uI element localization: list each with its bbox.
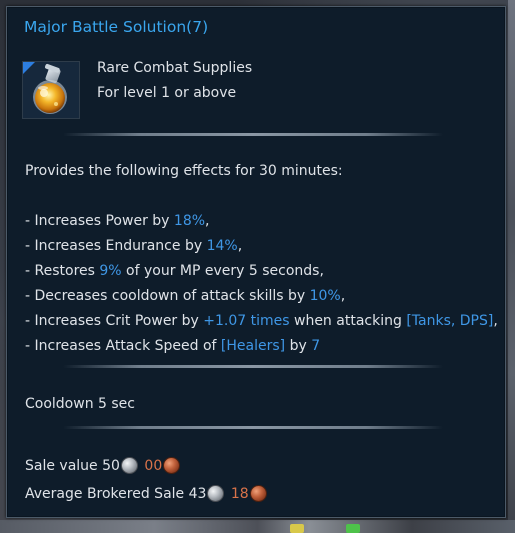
effect-line: - Increases Power by 18%, xyxy=(25,213,209,229)
effect-text: - Increases Crit Power by xyxy=(25,313,204,329)
silver-coin-icon xyxy=(207,485,225,502)
copper-coin-icon xyxy=(163,457,181,474)
effect-value: 14% xyxy=(206,238,238,254)
sale-value-copper: 00 xyxy=(144,458,163,474)
effect-value: 18% xyxy=(173,213,206,229)
effect-value: 10% xyxy=(309,288,341,304)
effect-line: - Increases Endurance by 14%, xyxy=(25,238,242,254)
effect-line: - Increases Crit Power by +1.07 times wh… xyxy=(25,313,498,329)
silver-coin-icon xyxy=(120,457,138,474)
potion-flask-icon xyxy=(22,61,80,119)
effect-text: , xyxy=(205,213,210,229)
item-level-requirement: For level 1 or above xyxy=(97,85,237,101)
copper-coin-icon xyxy=(249,485,267,502)
effect-text: , xyxy=(493,313,498,329)
effect-text: of your MP every 5 seconds, xyxy=(121,263,324,279)
item-title: Major Battle Solution(7) xyxy=(24,18,209,36)
divider xyxy=(63,365,443,368)
effect-text: - Increases Attack Speed of xyxy=(25,338,221,354)
effect-value: [Healers] xyxy=(220,338,286,354)
brokered-sale-row: Average Brokered Sale 43 18 xyxy=(25,485,269,502)
brokered-sale-label: Average Brokered Sale xyxy=(25,486,185,502)
effect-text: - Decreases cooldown of attack skills by xyxy=(25,288,310,304)
sale-value-label: Sale value xyxy=(25,458,98,474)
effect-line: - Restores 9% of your MP every 5 seconds… xyxy=(25,263,324,279)
effect-value: [Tanks, DPS] xyxy=(406,313,494,329)
effect-value: 7 xyxy=(311,338,321,354)
divider xyxy=(63,133,443,136)
effect-text: - Increases Endurance by xyxy=(25,238,207,254)
effect-text: by xyxy=(285,338,312,354)
brokered-sale-silver: 43 xyxy=(188,486,207,502)
sale-value-row: Sale value 50 00 xyxy=(25,457,182,474)
effects-intro: Provides the following effects for 30 mi… xyxy=(25,163,343,179)
effect-line: - Decreases cooldown of attack skills by… xyxy=(25,288,345,304)
brokered-sale-copper: 18 xyxy=(230,486,249,502)
sale-value-silver: 50 xyxy=(102,458,120,474)
background-hotbar-edge xyxy=(0,520,515,533)
item-tooltip: Major Battle Solution(7) Rare Combat Sup… xyxy=(6,6,506,518)
effect-value: +1.07 times xyxy=(203,313,290,329)
effect-text: - Restores xyxy=(25,263,100,279)
divider xyxy=(63,426,443,429)
effect-line: - Increases Attack Speed of [Healers] by… xyxy=(25,338,320,354)
background-scene-edge xyxy=(508,0,515,533)
effect-text: , xyxy=(340,288,346,304)
effect-text: , xyxy=(237,238,243,254)
effect-value: 9% xyxy=(99,263,122,279)
effect-text: - Increases Power by xyxy=(25,213,174,229)
cooldown-text: Cooldown 5 sec xyxy=(25,396,135,412)
effect-text: when attacking xyxy=(289,313,407,329)
item-category: Rare Combat Supplies xyxy=(97,60,253,76)
hotbar-slot-icon xyxy=(290,524,304,533)
hotbar-slot-icon xyxy=(346,524,360,533)
